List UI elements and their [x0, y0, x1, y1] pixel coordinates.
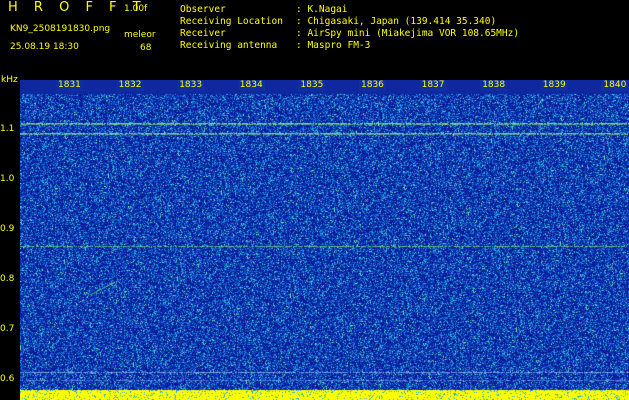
- meleor-count: 68: [140, 43, 152, 53]
- filename-label: KN9_2508191830.png: [10, 24, 111, 34]
- freq-tick-label: 1.0: [0, 174, 15, 184]
- time-tick-label: 1834: [237, 80, 265, 91]
- antenna-label: Receiving antenna: [180, 40, 278, 51]
- freq-tick-label: 0.7: [0, 324, 15, 334]
- time-tick-label: 1836: [359, 80, 386, 91]
- version-label: 1.00f: [124, 4, 148, 14]
- time-tick-label: 1831: [56, 80, 83, 91]
- time-axis: 1831 1832 1833 1834 1835 1836 1837 1838 1839 1840: [20, 80, 629, 94]
- freq-tick-label: 0.9: [0, 224, 15, 234]
- time-tick-label: 1837: [419, 80, 447, 91]
- observer-value: : K.Nagai: [296, 4, 348, 15]
- waterfall-spectrogram: [20, 80, 629, 400]
- frequency-axis: 1.1 1.0 0.9 0.8 0.7 0.6: [0, 80, 20, 400]
- freq-tick-label: 0.6: [0, 374, 15, 384]
- time-tick-label: 1840: [601, 80, 629, 91]
- receiver-value: : AirSpy mini (Miakejima VOR 108.65MHz): [296, 28, 520, 39]
- freq-tick-label: 0.8: [0, 274, 15, 284]
- location-value: : Chigasaki, Japan (139.414 35.340): [296, 16, 497, 27]
- antenna-value: : Maspro FM-3: [296, 40, 371, 51]
- meleor-label: meleor: [124, 30, 156, 40]
- time-tick-label: 1833: [177, 80, 205, 91]
- location-label: Receiving Location: [180, 16, 283, 27]
- freq-tick-label: 1.1: [0, 124, 15, 134]
- time-tick-label: 1839: [540, 80, 568, 91]
- datetime-label: 25.08.19 18:30: [10, 42, 79, 52]
- observer-label: Observer: [180, 4, 226, 15]
- time-tick-label: 1835: [298, 80, 326, 91]
- time-tick-label: 1838: [480, 80, 508, 91]
- time-tick-label: 1832: [116, 80, 144, 91]
- receiver-label: Receiver: [180, 28, 226, 39]
